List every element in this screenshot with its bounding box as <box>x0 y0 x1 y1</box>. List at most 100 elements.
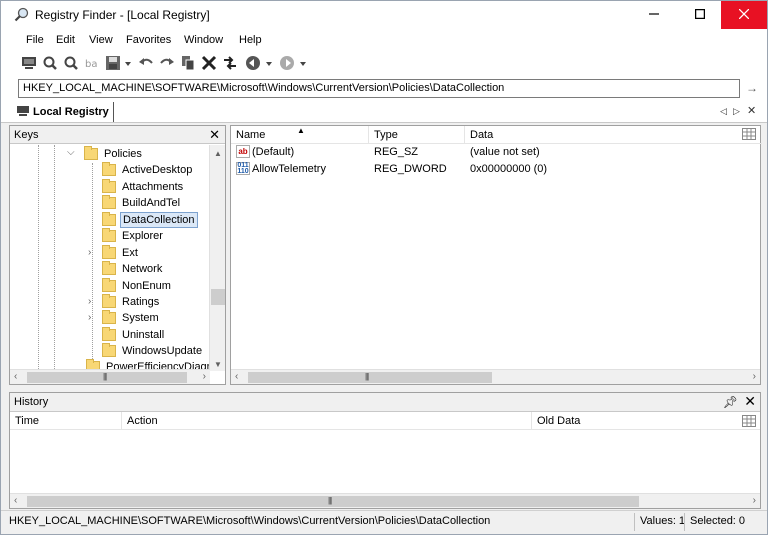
menu-bar: File Edit View Favorites Window Help <box>1 29 767 51</box>
status-bar: HKEY_LOCAL_MACHINE\SOFTWARE\Microsoft\Wi… <box>1 510 767 534</box>
folder-icon <box>102 212 116 226</box>
chevron-right-icon[interactable]: › <box>88 312 91 323</box>
scroll-up-icon[interactable]: ▲ <box>214 149 222 158</box>
values-horizontal-scrollbar[interactable]: ‹ ||| › <box>231 369 760 384</box>
back-dropdown-arrow[interactable] <box>266 62 272 66</box>
tab-scroll-left-icon[interactable]: ◁ <box>720 106 727 117</box>
save-button[interactable] <box>104 55 122 73</box>
tree-node[interactable]: BuildAndTel <box>102 195 182 211</box>
tree-node[interactable]: System <box>102 310 161 326</box>
save-dropdown-arrow[interactable] <box>125 62 131 66</box>
tab-scroll-right-icon[interactable]: ▷ <box>733 106 740 117</box>
connect-registry-button[interactable] <box>20 55 38 73</box>
keys-horizontal-scrollbar[interactable]: ‹ ||| › <box>10 369 210 384</box>
tree-node-selected[interactable]: DataCollection <box>102 212 198 228</box>
tree-node[interactable]: Network <box>102 261 164 277</box>
sort-ascending-icon: ▲ <box>297 126 305 135</box>
value-type: REG_DWORD <box>374 163 447 175</box>
scroll-thumb[interactable] <box>27 496 639 507</box>
tree-node[interactable]: ActiveDesktop <box>102 162 194 178</box>
menu-favorites[interactable]: Favorites <box>126 34 171 46</box>
title-bar[interactable]: Registry Finder - [Local Registry] <box>1 1 767 29</box>
address-input[interactable]: HKEY_LOCAL_MACHINE\SOFTWARE\Microsoft\Wi… <box>18 79 740 98</box>
back-button[interactable] <box>244 55 262 73</box>
copy-button[interactable] <box>179 55 197 73</box>
tab-label: Local Registry <box>33 106 109 118</box>
value-row[interactable]: 011 110 AllowTelemetry REG_DWORD 0x000000… <box>231 161 760 178</box>
scroll-thumb[interactable] <box>211 289 225 305</box>
scroll-right-icon[interactable]: › <box>203 371 206 382</box>
column-chooser-icon[interactable] <box>742 128 756 143</box>
dword-value-icon: 011 110 <box>236 162 250 175</box>
value-row[interactable]: ab (Default) REG_SZ (value not set) <box>231 144 760 161</box>
tree-node[interactable]: Explorer <box>102 228 165 244</box>
scroll-left-icon[interactable]: ‹ <box>14 371 17 382</box>
tab-local-registry[interactable]: Local Registry <box>13 102 114 122</box>
column-header-type[interactable]: Type <box>369 126 465 144</box>
tree-node[interactable]: Ext <box>102 245 140 261</box>
tree-node[interactable]: WindowsUpdate <box>102 343 204 359</box>
close-icon[interactable]: ✕ <box>209 127 220 143</box>
folder-open-icon <box>84 146 98 160</box>
redo-button[interactable] <box>158 55 176 73</box>
menu-edit[interactable]: Edit <box>56 34 75 46</box>
tree-node[interactable]: Attachments <box>102 179 185 195</box>
menu-file[interactable]: File <box>26 34 44 46</box>
maximize-button[interactable] <box>677 1 723 29</box>
registry-tree[interactable]: ⌵ Policies ActiveDesktop Attachments Bui… <box>10 145 210 371</box>
tab-close-icon[interactable]: ✕ <box>747 104 756 117</box>
status-path: HKEY_LOCAL_MACHINE\SOFTWARE\Microsoft\Wi… <box>9 515 491 527</box>
maximize-icon <box>694 8 706 22</box>
tree-node[interactable]: NonEnum <box>102 278 173 294</box>
history-horizontal-scrollbar[interactable]: ‹ ||| › <box>10 493 760 508</box>
scroll-grip-icon: ||| <box>365 372 369 381</box>
save-icon <box>105 55 121 74</box>
close-window-button[interactable] <box>721 1 767 29</box>
forward-dropdown-arrow[interactable] <box>300 62 306 66</box>
delete-button[interactable] <box>200 55 218 73</box>
find-button[interactable] <box>41 55 59 73</box>
keys-pane-title: Keys <box>14 129 39 141</box>
search-icon <box>42 55 58 74</box>
menu-help[interactable]: Help <box>239 34 262 46</box>
column-chooser-icon[interactable] <box>742 415 756 430</box>
scroll-left-icon[interactable]: ‹ <box>14 495 17 506</box>
pin-icon[interactable]: 📌︎ <box>723 395 738 409</box>
forward-button[interactable] <box>278 55 296 73</box>
folder-icon <box>102 195 116 209</box>
undo-icon <box>138 55 154 74</box>
column-header-action[interactable]: Action <box>122 412 532 430</box>
undo-button[interactable] <box>137 55 155 73</box>
column-header-name[interactable]: Name ▲ <box>231 126 369 144</box>
chevron-down-icon[interactable]: ⌵ <box>67 147 75 158</box>
keys-vertical-scrollbar[interactable]: ▲ ▼ <box>209 145 225 371</box>
minimize-button[interactable] <box>631 1 677 29</box>
replace-button[interactable]: ba <box>83 55 101 73</box>
scroll-down-icon[interactable]: ▼ <box>214 360 222 369</box>
tree-guide-line <box>92 163 93 363</box>
column-header-data[interactable]: Data <box>465 126 762 144</box>
find-next-button[interactable] <box>62 55 80 73</box>
svg-text:ba: ba <box>85 59 97 70</box>
column-header-time[interactable]: Time <box>10 412 122 430</box>
tree-node[interactable]: Ratings <box>102 294 161 310</box>
column-header-old-data[interactable]: Old Data <box>532 412 760 430</box>
folder-icon <box>102 310 116 324</box>
chevron-right-icon[interactable]: › <box>88 247 91 258</box>
close-icon[interactable]: ✕ <box>744 393 756 410</box>
tree-node-policies[interactable]: ⌵ Policies <box>67 146 144 162</box>
go-arrow-icon[interactable]: → <box>745 81 759 95</box>
document-tab-strip: Local Registry ◁ ▷ ✕ <box>1 101 767 123</box>
jump-button[interactable] <box>221 55 239 73</box>
value-data: (value not set) <box>470 146 540 158</box>
scroll-right-icon[interactable]: › <box>753 495 756 506</box>
scroll-thumb[interactable] <box>248 372 492 383</box>
scroll-thumb[interactable] <box>27 372 187 383</box>
scroll-right-icon[interactable]: › <box>753 371 756 382</box>
tree-node-label: DataCollection <box>120 212 198 228</box>
chevron-right-icon[interactable]: › <box>88 296 91 307</box>
scroll-left-icon[interactable]: ‹ <box>235 371 238 382</box>
menu-view[interactable]: View <box>89 34 113 46</box>
menu-window[interactable]: Window <box>184 34 223 46</box>
tree-node[interactable]: Uninstall <box>102 327 166 343</box>
